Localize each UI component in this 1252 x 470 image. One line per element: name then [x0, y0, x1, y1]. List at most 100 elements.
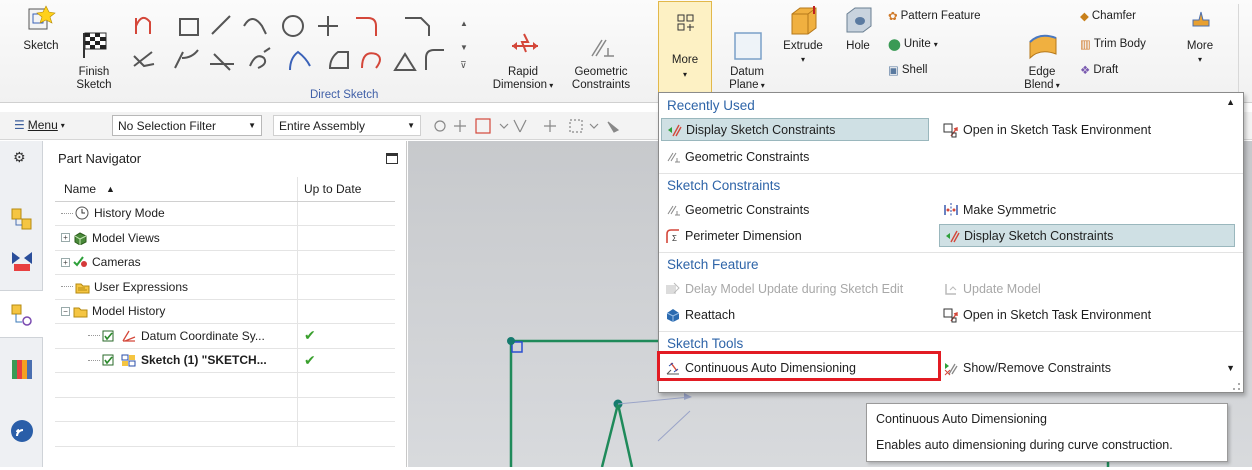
menu-item-open-in-sketch-task-env[interactable]: Open in Sketch Task Environment: [939, 303, 1151, 326]
tree-row-up-to-date-cell: [298, 202, 395, 226]
hole-button[interactable]: Hole: [838, 4, 878, 53]
chamfer-button[interactable]: ◆ Chamfer: [1080, 9, 1136, 23]
pattern-feature-icon: ✿: [888, 11, 898, 23]
menu-item-make-symmetric[interactable]: Make Symmetric: [939, 198, 1056, 221]
menu-item-reattach[interactable]: Reattach: [661, 303, 735, 326]
menu-item-perimeter-dimension[interactable]: Σ Perimeter Dimension: [661, 224, 802, 247]
datum-plane-button[interactable]: Datum Plane ▾: [722, 4, 772, 92]
menu-scroll-up-icon[interactable]: ▲: [1226, 97, 1235, 107]
menu-item-open-in-sketch-task-env-recent[interactable]: Open in Sketch Task Environment: [939, 118, 1151, 141]
edge-blend-button[interactable]: Edge Blend ▾: [1018, 4, 1066, 92]
highlight-box: [657, 351, 941, 381]
chamfer-icon: ◆: [1080, 11, 1089, 23]
more-label: More: [671, 54, 699, 66]
collapse-icon[interactable]: −: [61, 306, 70, 316]
make-symmetric-icon: [943, 202, 959, 218]
direct-sketch-tools[interactable]: ▲ ▼ ⊽: [130, 6, 480, 86]
part-navigator-icon: [11, 304, 32, 326]
sketch-button[interactable]: Sketch: [20, 4, 62, 53]
finish-flag-icon: [79, 17, 109, 58]
tree-row-up-to-date-cell: [298, 251, 395, 275]
settings-gear-icon[interactable]: ⚙: [13, 149, 26, 166]
menu-scroll-down-icon[interactable]: ▼: [1226, 363, 1235, 373]
menu-resize-grip[interactable]: [1233, 383, 1240, 390]
checkbox-checked-icon[interactable]: [102, 353, 117, 367]
more-dropdown-menu: ▲ Recently Used Display Sketch Constrain…: [658, 92, 1244, 393]
assembly-navigator-icon[interactable]: [10, 207, 34, 231]
menu-item-update-model[interactable]: Update Model: [939, 277, 1041, 300]
rapid-dimension-button[interactable]: Rapid Dimension ▾: [490, 4, 556, 92]
tree-row-up-to-date-cell: ✔: [298, 349, 395, 373]
tree-row-label: Sketch (1) "SKETCH...: [141, 353, 267, 368]
expand-icon[interactable]: +: [61, 233, 70, 243]
svg-text:▲: ▲: [460, 19, 468, 28]
tree-row-name-cell: Datum Coordinate Sy...: [55, 324, 298, 348]
tree-row-model-history[interactable]: − Model History: [55, 299, 395, 324]
finish-sketch-button[interactable]: Finish Sketch: [70, 4, 118, 92]
menu-divider: [659, 173, 1243, 174]
extrude-button[interactable]: Extrude ▾: [778, 4, 828, 66]
intersection-icon: [210, 53, 234, 71]
tree-row-label: Datum Coordinate Sy...: [141, 328, 265, 343]
shell-icon: ▣: [888, 65, 899, 77]
edge-blend-icon: [1027, 17, 1057, 60]
unite-button[interactable]: ⬤ Unite ▾: [888, 37, 938, 51]
profile-icon: [135, 16, 151, 34]
section-sketch-constraints: Sketch Constraints: [667, 178, 781, 193]
tree-row-model-views[interactable]: + Model Views: [55, 226, 395, 251]
menu-button[interactable]: ☰ Menu ▾: [14, 118, 65, 132]
pattern-feature-button[interactable]: ✿ Pattern Feature: [888, 9, 981, 23]
web-browser-icon[interactable]: [10, 419, 34, 443]
menu-item-geometric-constraints[interactable]: Geometric Constraints: [661, 198, 809, 221]
delay-model-update-icon: [665, 281, 681, 297]
menu-item-display-sketch-constraints[interactable]: Display Sketch Constraints: [939, 224, 1235, 247]
show-remove-constraints-icon: [943, 360, 959, 376]
extrude-label: Extrude: [783, 40, 823, 52]
tree-row-label: Model History: [92, 304, 166, 319]
menu-icon: ☰: [14, 118, 25, 132]
trim-body-button[interactable]: ▥ Trim Body: [1080, 37, 1146, 51]
menu-item-show-remove-constraints[interactable]: Show/Remove Constraints: [939, 356, 1111, 379]
datum-plane-icon: [732, 17, 762, 60]
tree-row-history-mode[interactable]: History Mode: [55, 201, 395, 226]
navigator-table: Name ▲ Up to Date History Mode + Model Vie…: [55, 177, 395, 447]
more-features-button[interactable]: More ▾: [1180, 4, 1220, 66]
menu-item-display-sketch-constraints-recent[interactable]: Display Sketch Constraints: [661, 118, 929, 141]
point-icon: [318, 16, 338, 36]
rectangle-icon: [179, 18, 199, 36]
tree-row-name-cell: − Model History: [55, 299, 298, 323]
tree-row-name-cell: Sketch (1) "SKETCH...: [55, 348, 298, 372]
tree-row-name-cell: User Expressions: [55, 275, 298, 299]
hole-label: Hole: [846, 40, 870, 52]
menu-item-delay-model-update[interactable]: Delay Model Update during Sketch Edit: [661, 277, 903, 300]
selection-filter-dropdown[interactable]: No Selection Filter ▼: [112, 115, 262, 136]
geometric-constraints-label: Geometric Constraints: [571, 66, 631, 91]
svg-text:▼: ▼: [460, 43, 468, 52]
reuse-library-icon[interactable]: [10, 357, 34, 381]
selection-toolbar-icons[interactable]: [430, 116, 658, 136]
circle-icon: [282, 15, 304, 37]
draft-button[interactable]: ❖ Draft: [1080, 63, 1118, 77]
geometric-constraints-button[interactable]: Geometric Constraints: [566, 4, 636, 92]
tree-row-cameras[interactable]: + Cameras: [55, 250, 395, 275]
part-navigator-tab[interactable]: [0, 290, 43, 338]
extrude-icon: [788, 4, 818, 35]
tree-row-datum-coordinate-system[interactable]: Datum Coordinate Sy... ✔: [55, 324, 395, 349]
column-up-to-date-header[interactable]: Up to Date: [298, 177, 395, 201]
maximize-icon[interactable]: [386, 153, 398, 164]
tree-row-name-cell: + Cameras: [55, 250, 298, 274]
shell-button[interactable]: ▣ Shell: [888, 63, 927, 77]
tree-row-sketch-1[interactable]: Sketch (1) "SKETCH... ✔: [55, 348, 395, 373]
rapid-dimension-label: Rapid Dimension: [492, 66, 548, 91]
up-to-date-check-icon: ✔: [304, 327, 316, 344]
menu-item-geometric-constraints-recent[interactable]: Geometric Constraints: [661, 145, 809, 168]
assembly-scope-dropdown[interactable]: Entire Assembly ▼: [273, 115, 421, 136]
tree-connector: [88, 335, 100, 337]
expand-icon[interactable]: +: [61, 257, 70, 267]
checkbox-checked-icon[interactable]: [102, 329, 117, 343]
column-name-header[interactable]: Name ▲: [55, 177, 298, 201]
svg-text:⊽: ⊽: [460, 60, 467, 70]
tree-row-user-expressions[interactable]: User Expressions: [55, 275, 395, 300]
constraint-navigator-icon[interactable]: [10, 248, 34, 272]
more-button[interactable]: More ▾: [658, 1, 712, 93]
